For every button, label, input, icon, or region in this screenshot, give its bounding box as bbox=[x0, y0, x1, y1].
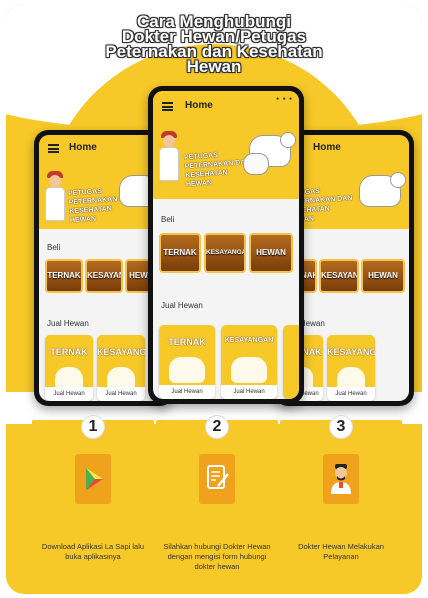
vet-person-icon bbox=[159, 131, 179, 183]
jual-card-partial[interactable] bbox=[283, 325, 299, 399]
step-number: 1 bbox=[82, 416, 104, 438]
poster-title: Cara Menghubungi Dokter Hewan/Petugas Pe… bbox=[6, 13, 422, 76]
step-description: Download Aplikasi La Sapi lalu buka apli… bbox=[41, 542, 145, 561]
app-bar: Home ● ● ● bbox=[153, 91, 299, 123]
card-title: TERNAK bbox=[50, 347, 88, 357]
beli-tile-hewan[interactable]: HEWAN bbox=[249, 233, 293, 273]
play-store-icon bbox=[75, 454, 111, 504]
step-number: 3 bbox=[330, 416, 352, 438]
section-jual-label: Jual Hewan bbox=[161, 301, 203, 310]
edit-form-icon bbox=[199, 454, 235, 504]
beli-tile-ternak[interactable]: TERNAK bbox=[45, 259, 83, 293]
step-3-card: 3 Dokter Hewan Melakukan Pelayanan bbox=[280, 416, 402, 580]
beli-tile-kesayangan[interactable]: KESAYANGAN bbox=[319, 259, 359, 293]
jual-card-ternak[interactable]: TERNAK Jual Hewan bbox=[45, 335, 93, 401]
card-footer: Jual Hewan bbox=[159, 385, 215, 399]
beli-tile-hewan[interactable]: HEWAN bbox=[361, 259, 405, 293]
app-bar-title: Home bbox=[313, 142, 341, 153]
card-footer: Jual Hewan bbox=[45, 387, 93, 401]
title-line-4: Hewan bbox=[186, 57, 242, 76]
phone-center: Home ● ● ● PETUGAS PETERNAKAN DAN KESEHA… bbox=[148, 86, 304, 404]
step-2-card: 2 Silahkan hubungi Dokter Hewan dengan m… bbox=[156, 416, 278, 580]
card-footer: Jual Hewan bbox=[221, 385, 277, 399]
menu-icon[interactable] bbox=[162, 102, 173, 111]
card-footer: Jual Hewan bbox=[97, 387, 145, 401]
step-1-card: 1 Download Aplikasi La Sapi lalu buka ap… bbox=[32, 416, 154, 580]
cat-icon bbox=[231, 357, 267, 383]
beli-tile-kesayangan[interactable]: KESAYANGAN bbox=[85, 259, 123, 293]
beli-tile-ternak[interactable]: TERNAK bbox=[159, 233, 201, 273]
status-icons: ● ● ● bbox=[276, 96, 293, 102]
beli-tile-kesayangan[interactable]: KESAYANGAN bbox=[204, 233, 246, 273]
vet-person-icon bbox=[45, 171, 65, 223]
app-bar-title: Home bbox=[185, 100, 213, 111]
cow-icon bbox=[359, 172, 406, 207]
card-title: KESAYANGAN bbox=[224, 337, 274, 344]
jual-card-kesayangan[interactable]: KESAYANGAN Jual Hewan bbox=[97, 335, 145, 401]
section-beli-label: Beli bbox=[161, 215, 175, 224]
jual-card-kesayangan[interactable]: KESAYANGAN Jual Hewan bbox=[327, 335, 375, 401]
step-number: 2 bbox=[206, 416, 228, 438]
step-description: Silahkan hubungi Dokter Hewan dengan men… bbox=[163, 542, 271, 571]
menu-icon[interactable] bbox=[48, 144, 59, 153]
card-footer: Jual Hewan bbox=[327, 387, 375, 401]
goat-icon bbox=[243, 153, 269, 175]
step-description: Dokter Hewan Melakukan Pelayanan bbox=[298, 542, 384, 561]
card-title: KESAYANGAN bbox=[97, 347, 145, 357]
card-title: KESAYANGAN bbox=[327, 347, 375, 357]
poster: Cara Menghubungi Dokter Hewan/Petugas Pe… bbox=[6, 4, 422, 594]
section-jual-label: Jual Hewan bbox=[47, 319, 89, 328]
app-bar-title: Home bbox=[69, 142, 97, 153]
goat-icon bbox=[169, 357, 205, 383]
jual-card-ternak[interactable]: TERNAK Jual Hewan bbox=[159, 325, 215, 399]
phone-screen: Home ● ● ● PETUGAS PETERNAKAN DAN KESEHA… bbox=[153, 91, 299, 399]
doctor-icon bbox=[323, 454, 359, 504]
section-beli-label: Beli bbox=[47, 243, 61, 252]
banner: PETUGAS PETERNAKAN DAN KESEHATAN HEWAN bbox=[153, 123, 299, 199]
jual-card-kesayangan[interactable]: KESAYANGAN Jual Hewan bbox=[221, 325, 277, 399]
card-title: TERNAK bbox=[168, 337, 206, 347]
